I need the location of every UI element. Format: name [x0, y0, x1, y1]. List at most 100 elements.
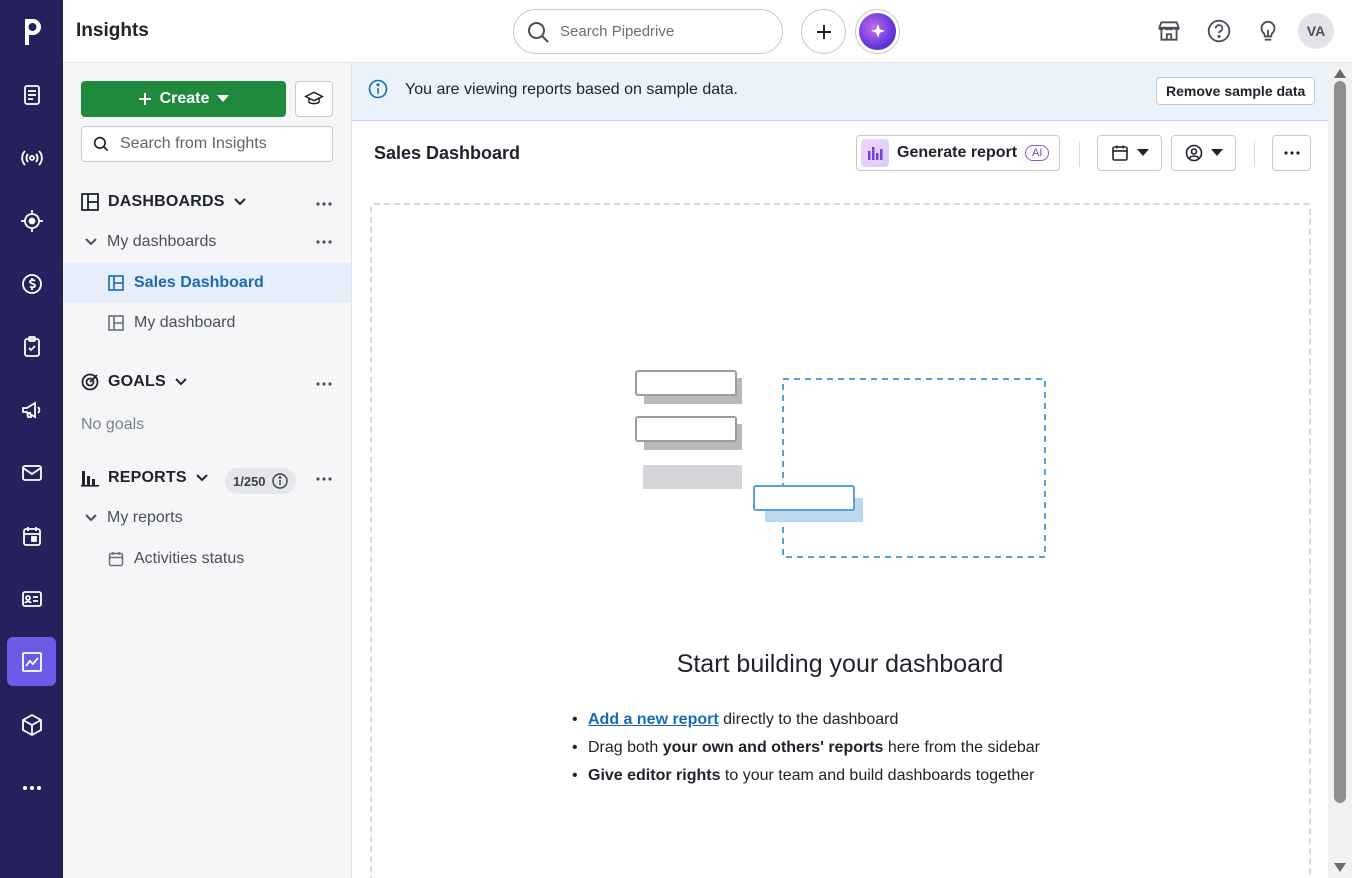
sidebar-item-label: Sales Dashboard	[134, 274, 264, 291]
dashboards-more-icon[interactable]	[313, 193, 335, 215]
tip-text: directly to the dashboard	[718, 711, 899, 728]
my-dashboards-more-icon[interactable]	[313, 231, 335, 253]
help-icon[interactable]	[1205, 17, 1233, 45]
goals-more-icon[interactable]	[313, 373, 335, 395]
bar-chart-icon	[81, 471, 99, 487]
deals-dollar-icon[interactable]	[7, 259, 56, 308]
my-reports-label: My reports	[107, 509, 183, 526]
calendar-icon[interactable]	[7, 511, 56, 560]
reports-more-icon[interactable]	[313, 468, 335, 490]
divider	[1254, 141, 1255, 167]
add-new-report-link[interactable]: Add a new report	[588, 711, 719, 728]
tip-text: here from the sidebar	[883, 739, 1040, 756]
generate-report-button[interactable]: Generate report AI	[856, 135, 1060, 171]
empty-state-title: Start building your dashboard	[676, 650, 1004, 678]
create-button-label: Create	[159, 90, 210, 107]
scroll-down-arrow-icon[interactable]	[1334, 863, 1346, 872]
caret-down-icon	[217, 95, 230, 102]
banner-text: You are viewing reports based on sample …	[405, 81, 738, 98]
app-title: Insights	[76, 20, 149, 41]
goal-target-icon	[81, 373, 99, 391]
tip-item: Give editor rights to your team and buil…	[572, 762, 1040, 790]
no-goals-text: No goals	[81, 416, 145, 433]
sidebar-item-activities-status[interactable]: Activities status	[63, 539, 351, 579]
tip-item: Drag both your own and others' reports h…	[572, 734, 1040, 762]
broadcast-icon[interactable]	[7, 133, 56, 182]
pipedrive-logo-icon[interactable]	[0, 0, 63, 63]
user-filter-button[interactable]	[1171, 135, 1236, 171]
caret-down-icon	[1210, 149, 1223, 156]
global-search-input[interactable]	[560, 23, 760, 40]
page-scrollbar[interactable]	[1328, 63, 1352, 878]
dashboard-grid-icon	[108, 315, 124, 331]
my-dashboards-label: My dashboards	[107, 233, 217, 250]
dashboard-main: You are viewing reports based on sample …	[352, 63, 1328, 878]
report-ai-icon	[861, 139, 889, 167]
search-icon	[93, 136, 109, 152]
user-avatar[interactable]: VA	[1298, 13, 1334, 49]
remove-sample-data-button[interactable]: Remove sample data	[1156, 77, 1316, 105]
campaigns-megaphone-icon[interactable]	[7, 385, 56, 434]
caret-down-icon	[1136, 149, 1149, 156]
plus-icon	[138, 93, 151, 105]
tip-emphasis: Give editor rights	[588, 767, 721, 784]
ai-sparkle-icon	[859, 13, 896, 50]
chevron-down-icon	[233, 198, 246, 206]
leads-icon[interactable]	[7, 70, 56, 119]
contacts-card-icon[interactable]	[7, 574, 56, 623]
top-bar: Insights VA	[63, 0, 1352, 63]
sidebar-item-my-dashboard[interactable]: My dashboard	[63, 303, 351, 343]
products-box-icon[interactable]	[7, 700, 56, 749]
reports-section-header[interactable]: REPORTS	[81, 469, 208, 487]
reports-count: 1/250	[233, 473, 266, 489]
sidebar-item-sales-dashboard[interactable]: Sales Dashboard	[63, 263, 351, 303]
calendar-icon	[1111, 145, 1128, 161]
nav-rail	[0, 0, 63, 878]
generate-report-label: Generate report	[897, 144, 1018, 161]
plus-icon	[816, 24, 831, 39]
tip-text: Drag both	[588, 739, 663, 756]
divider	[1079, 141, 1080, 167]
insights-search[interactable]	[81, 126, 333, 162]
insights-sidebar: Create DASHBOARDS My dashboards Sales Da…	[63, 63, 352, 878]
my-dashboards-group[interactable]: My dashboards	[85, 233, 216, 251]
goals-title: GOALS	[108, 373, 166, 390]
empty-dashboard-illustration	[635, 370, 1046, 558]
scroll-thumb[interactable]	[1334, 81, 1346, 803]
dashboards-section-header[interactable]: DASHBOARDS	[81, 193, 246, 211]
info-icon	[368, 79, 388, 99]
dashboard-title: Sales Dashboard	[374, 143, 521, 163]
empty-state-tips: Add a new report directly to the dashboa…	[572, 706, 1040, 790]
reports-count-badge: 1/250	[225, 468, 296, 494]
tip-item: Add a new report directly to the dashboa…	[572, 706, 1040, 734]
reports-title: REPORTS	[108, 469, 187, 486]
tasks-icon[interactable]	[7, 322, 56, 371]
create-button[interactable]: Create	[81, 81, 286, 117]
period-filter-button[interactable]	[1097, 135, 1162, 171]
global-search[interactable]	[513, 9, 783, 54]
ai-assistant-button[interactable]	[855, 9, 900, 54]
user-circle-icon	[1185, 144, 1202, 162]
chevron-down-icon	[85, 514, 97, 522]
dashboard-more-button[interactable]	[1272, 135, 1311, 171]
quick-add-button[interactable]	[801, 9, 846, 54]
sidebar-item-label: My dashboard	[134, 314, 236, 331]
more-icon[interactable]	[7, 763, 56, 812]
goals-section-header[interactable]: GOALS	[81, 373, 187, 391]
lightbulb-icon[interactable]	[1254, 17, 1282, 45]
marketplace-icon[interactable]	[1155, 17, 1183, 45]
sidebar-item-label: Activities status	[134, 550, 245, 567]
dashboard-grid-icon	[81, 193, 99, 211]
my-reports-group[interactable]: My reports	[85, 509, 183, 527]
dashboards-title: DASHBOARDS	[108, 193, 225, 210]
info-icon[interactable]	[271, 473, 288, 489]
target-icon[interactable]	[7, 196, 56, 245]
insights-search-input[interactable]	[120, 135, 320, 153]
ai-badge: AI	[1025, 145, 1050, 161]
insights-chart-icon[interactable]	[7, 637, 56, 686]
learn-button[interactable]	[295, 81, 333, 117]
sample-data-banner: You are viewing reports based on sample …	[352, 63, 1328, 121]
search-icon	[528, 21, 549, 43]
mail-icon[interactable]	[7, 448, 56, 497]
scroll-up-arrow-icon[interactable]	[1334, 69, 1346, 78]
